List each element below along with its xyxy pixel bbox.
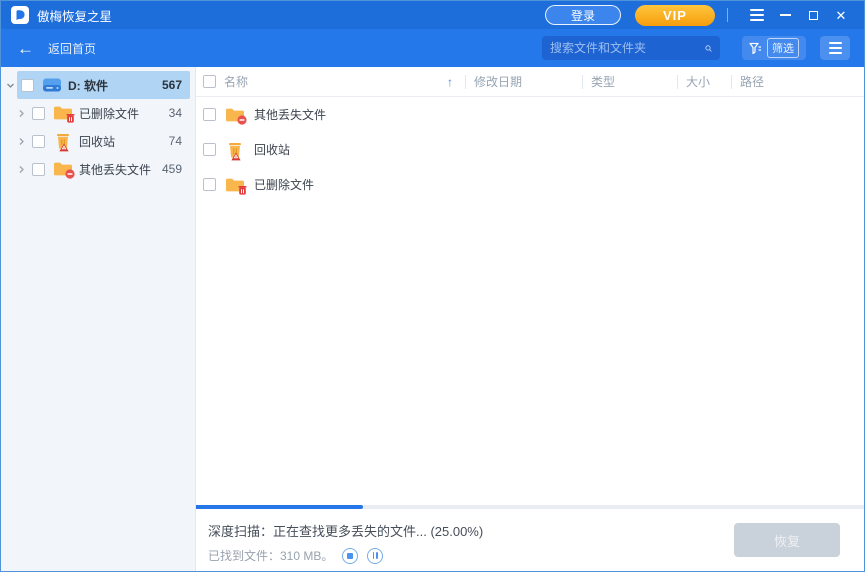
- row-label: 回收站: [254, 141, 290, 158]
- funnel-icon: [749, 42, 762, 55]
- view-menu-button[interactable]: [820, 36, 850, 60]
- sidebar-tree: D: 软件 567 已删除文件 34: [1, 67, 196, 571]
- sidebar-item-label: 回收站: [79, 133, 169, 150]
- nav-bar: ← 返回首页 筛选: [1, 29, 864, 67]
- column-header-path[interactable]: 路径: [731, 67, 864, 96]
- table-row-recycle-bin[interactable]: 回收站: [196, 132, 864, 167]
- folder-deleted-icon: [225, 177, 245, 193]
- sidebar-item-other-lost-files[interactable]: 其他丢失文件 459: [1, 155, 195, 183]
- row-checkbox[interactable]: [203, 143, 216, 156]
- sort-ascending-icon[interactable]: ↑: [447, 75, 453, 89]
- sidebar-item-count: 34: [169, 106, 182, 120]
- drive-d-checkbox[interactable]: [21, 79, 34, 92]
- recover-button[interactable]: 恢复: [734, 523, 840, 557]
- row-checkbox[interactable]: [203, 108, 216, 121]
- chevron-right-icon[interactable]: [14, 165, 28, 174]
- row-label: 已删除文件: [254, 176, 314, 193]
- hamburger-icon: [829, 42, 842, 54]
- pause-scan-button[interactable]: [367, 548, 383, 564]
- search-input[interactable]: [550, 41, 705, 55]
- back-home-link[interactable]: 返回首页: [48, 40, 96, 57]
- stop-icon: [347, 553, 353, 559]
- drive-icon: [42, 77, 62, 93]
- login-button[interactable]: 登录: [545, 5, 621, 25]
- found-files-text: 已找到文件：310 MB。: [208, 547, 333, 564]
- folder-deleted-icon: [53, 105, 73, 121]
- status-footer: 深度扫描：正在查找更多丢失的文件... (25.00%) 已找到文件：310 M…: [196, 509, 864, 571]
- titlebar-separator: [727, 8, 728, 22]
- recycle-bin-checkbox[interactable]: [32, 135, 45, 148]
- sidebar-item-count: 567: [162, 78, 182, 92]
- sidebar-item-count: 459: [162, 162, 182, 176]
- vip-button[interactable]: VIP: [635, 5, 715, 26]
- column-header-size[interactable]: 大小: [677, 67, 731, 96]
- search-box[interactable]: [542, 36, 720, 60]
- column-label-name: 名称: [224, 73, 248, 90]
- sidebar-item-label: 其他丢失文件: [79, 161, 162, 178]
- row-checkbox[interactable]: [203, 178, 216, 191]
- pause-icon: [373, 552, 379, 559]
- close-button[interactable]: ✕: [830, 4, 852, 26]
- app-title: 傲梅恢复之星: [37, 6, 112, 25]
- chevron-down-icon[interactable]: [3, 81, 17, 90]
- folder-lost-icon: [53, 161, 73, 177]
- recycle-bin-icon: [225, 142, 245, 158]
- chevron-right-icon[interactable]: [14, 109, 28, 118]
- folder-lost-icon: [225, 107, 245, 123]
- stop-scan-button[interactable]: [342, 548, 358, 564]
- recycle-bin-icon: [53, 133, 73, 149]
- chevron-right-icon[interactable]: [14, 137, 28, 146]
- app-menu-icon[interactable]: [746, 4, 768, 26]
- file-list-panel: 名称 ↑ 修改日期 类型 大小 路径 其他丢失文件: [196, 67, 864, 571]
- column-header-type[interactable]: 类型: [582, 67, 677, 96]
- row-label: 其他丢失文件: [254, 106, 326, 123]
- sidebar-item-deleted-files[interactable]: 已删除文件 34: [1, 99, 195, 127]
- sidebar-item-drive-d[interactable]: D: 软件 567: [1, 71, 195, 99]
- other-lost-files-checkbox[interactable]: [32, 163, 45, 176]
- sidebar-item-label: D: 软件: [68, 77, 162, 94]
- search-icon: [705, 42, 712, 55]
- table-header: 名称 ↑ 修改日期 类型 大小 路径: [196, 67, 864, 97]
- table-row-other-lost-files[interactable]: 其他丢失文件: [196, 97, 864, 132]
- content-area: D: 软件 567 已删除文件 34: [1, 67, 864, 571]
- app-window: 傲梅恢复之星 登录 VIP ✕ ← 返回首页 筛选: [0, 0, 865, 572]
- file-rows: 其他丢失文件 回收站 已删除文件: [196, 97, 864, 505]
- sidebar-item-recycle-bin[interactable]: 回收站 74: [1, 127, 195, 155]
- minimize-button[interactable]: [774, 4, 796, 26]
- title-bar: 傲梅恢复之星 登录 VIP ✕: [1, 1, 864, 29]
- sidebar-item-label: 已删除文件: [79, 105, 169, 122]
- column-header-date[interactable]: 修改日期: [465, 67, 582, 96]
- table-row-deleted-files[interactable]: 已删除文件: [196, 167, 864, 202]
- back-arrow-icon[interactable]: ←: [17, 40, 34, 57]
- sidebar-item-count: 74: [169, 134, 182, 148]
- maximize-button[interactable]: [802, 4, 824, 26]
- filter-button[interactable]: 筛选: [742, 36, 806, 60]
- column-header-name[interactable]: 名称 ↑: [196, 67, 465, 96]
- filter-label: 筛选: [767, 38, 799, 58]
- deleted-files-checkbox[interactable]: [32, 107, 45, 120]
- app-logo-icon: [11, 6, 29, 24]
- select-all-checkbox[interactable]: [203, 75, 216, 88]
